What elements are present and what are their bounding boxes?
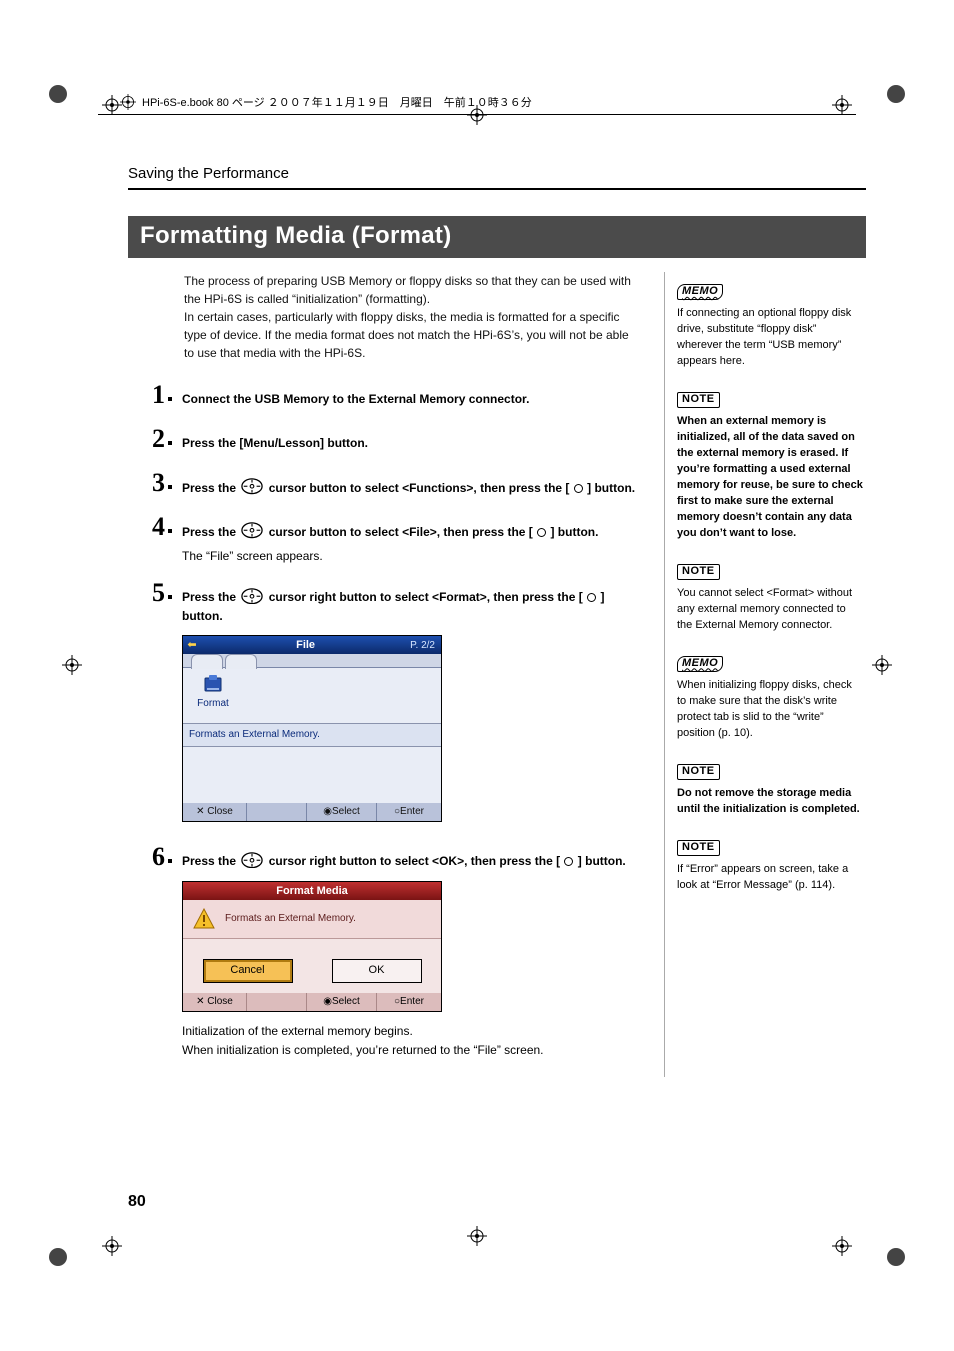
format-media-title: Format Media	[183, 882, 441, 900]
step-2: 2 Press the [Menu/Lesson] button.	[128, 430, 638, 456]
cursor-icon	[241, 478, 263, 494]
format-media-dialog: Format Media Formats an External Memory.…	[182, 881, 442, 1012]
crop-mark	[48, 1247, 68, 1267]
page-number: 80	[128, 1193, 146, 1211]
enter-label: ○Enter	[377, 803, 441, 821]
registration-mark	[832, 95, 852, 115]
registration-mark	[832, 1236, 852, 1256]
step-text: Press the [Menu/Lesson] button.	[182, 436, 368, 450]
print-header-rule	[98, 114, 856, 115]
note-text: When an external memory is initialized, …	[677, 414, 864, 542]
registration-mark	[102, 1236, 122, 1256]
select-label: ◉Select	[307, 803, 377, 821]
memo-block: MEMO If connecting an optional floppy di…	[677, 284, 864, 370]
close-label: ✕ Close	[183, 993, 247, 1011]
cancel-button: Cancel	[203, 959, 293, 983]
note-tag: NOTE	[677, 840, 720, 856]
format-media-msg: Formats an External Memory.	[225, 911, 356, 927]
format-icon: Format	[193, 674, 233, 714]
step-aftertext: Initialization of the external memory be…	[182, 1022, 638, 1059]
file-screen: ⬅ File P. 2/2 Format	[182, 635, 442, 822]
crop-mark	[886, 1247, 906, 1267]
cursor-icon	[241, 852, 263, 868]
crop-mark	[886, 84, 906, 104]
note-block: NOTE Do not remove the storage media unt…	[677, 764, 864, 818]
side-column: MEMO If connecting an optional floppy di…	[664, 272, 864, 1077]
running-head-rule	[128, 188, 866, 190]
main-column: The process of preparing USB Memory or f…	[128, 272, 638, 1077]
step-6: 6 Press the cursor right button to selec…	[128, 848, 638, 1059]
registration-mark	[872, 655, 892, 675]
memo-text: When initializing floppy disks, check to…	[677, 678, 864, 742]
note-block: NOTE You cannot select <Format> without …	[677, 564, 864, 634]
note-text: You cannot select <Format> without any e…	[677, 586, 864, 634]
note-text: Do not remove the storage media until th…	[677, 786, 864, 818]
step-3: 3 Press the cursor button to select <Fun…	[128, 474, 638, 500]
crop-mark	[48, 84, 68, 104]
print-header: HPi-6S-e.book 80 ページ ２００７年１１月１９日 月曜日 午前１…	[120, 94, 532, 110]
step-text: Connect the USB Memory to the External M…	[182, 392, 529, 406]
step-number: 3	[128, 470, 172, 496]
circle-button-icon	[537, 528, 546, 537]
file-screen-desc: Formats an External Memory.	[183, 724, 441, 747]
step-number: 5	[128, 580, 172, 606]
memo-text: If connecting an optional floppy disk dr…	[677, 306, 864, 370]
intro-text: The process of preparing USB Memory or f…	[184, 272, 638, 362]
cursor-icon	[241, 588, 263, 604]
running-head: Saving the Performance	[128, 165, 866, 182]
step-number: 1	[128, 382, 172, 408]
step-subtext: The “File” screen appears.	[182, 547, 638, 566]
back-arrow-icon: ⬅	[183, 637, 201, 654]
file-screen-footer: ✕ Close ◉Select ○Enter	[183, 803, 441, 821]
select-label: ◉Select	[307, 993, 377, 1011]
note-block: NOTE If “Error” appears on screen, take …	[677, 840, 864, 894]
print-header-text: HPi-6S-e.book 80 ページ ２００７年１１月１９日 月曜日 午前１…	[142, 94, 532, 110]
note-block: NOTE When an external memory is initiali…	[677, 392, 864, 542]
ok-button: OK	[332, 959, 422, 983]
note-text: If “Error” appears on screen, take a loo…	[677, 862, 864, 894]
step-4: 4 Press the cursor button to select <Fil…	[128, 518, 638, 566]
warning-icon	[193, 908, 215, 930]
file-screen-tabs	[183, 654, 441, 668]
enter-label: ○Enter	[377, 993, 441, 1011]
registration-mark	[102, 95, 122, 115]
circle-button-icon	[587, 593, 596, 602]
file-screen-title: File	[201, 637, 410, 654]
file-screen-page: P. 2/2	[410, 638, 441, 654]
circle-button-icon	[564, 857, 573, 866]
memo-tag: MEMO	[677, 284, 723, 300]
format-media-footer: ✕ Close ◉Select ○Enter	[183, 993, 441, 1011]
cursor-icon	[241, 522, 263, 538]
step-number: 6	[128, 844, 172, 870]
note-tag: NOTE	[677, 564, 720, 580]
note-tag: NOTE	[677, 764, 720, 780]
registration-mark	[62, 655, 82, 675]
registration-mark	[467, 1226, 487, 1246]
circle-button-icon	[574, 484, 583, 493]
step-number: 4	[128, 514, 172, 540]
step-5: 5 Press the cursor right button to selec…	[128, 584, 638, 830]
memo-block: MEMO When initializing floppy disks, che…	[677, 656, 864, 742]
close-label: ✕ Close	[183, 803, 247, 821]
memo-tag: MEMO	[677, 656, 723, 672]
step-number: 2	[128, 426, 172, 452]
step-1: 1 Connect the USB Memory to the External…	[128, 386, 638, 412]
note-tag: NOTE	[677, 392, 720, 408]
page-title: Formatting Media (Format)	[128, 216, 866, 258]
